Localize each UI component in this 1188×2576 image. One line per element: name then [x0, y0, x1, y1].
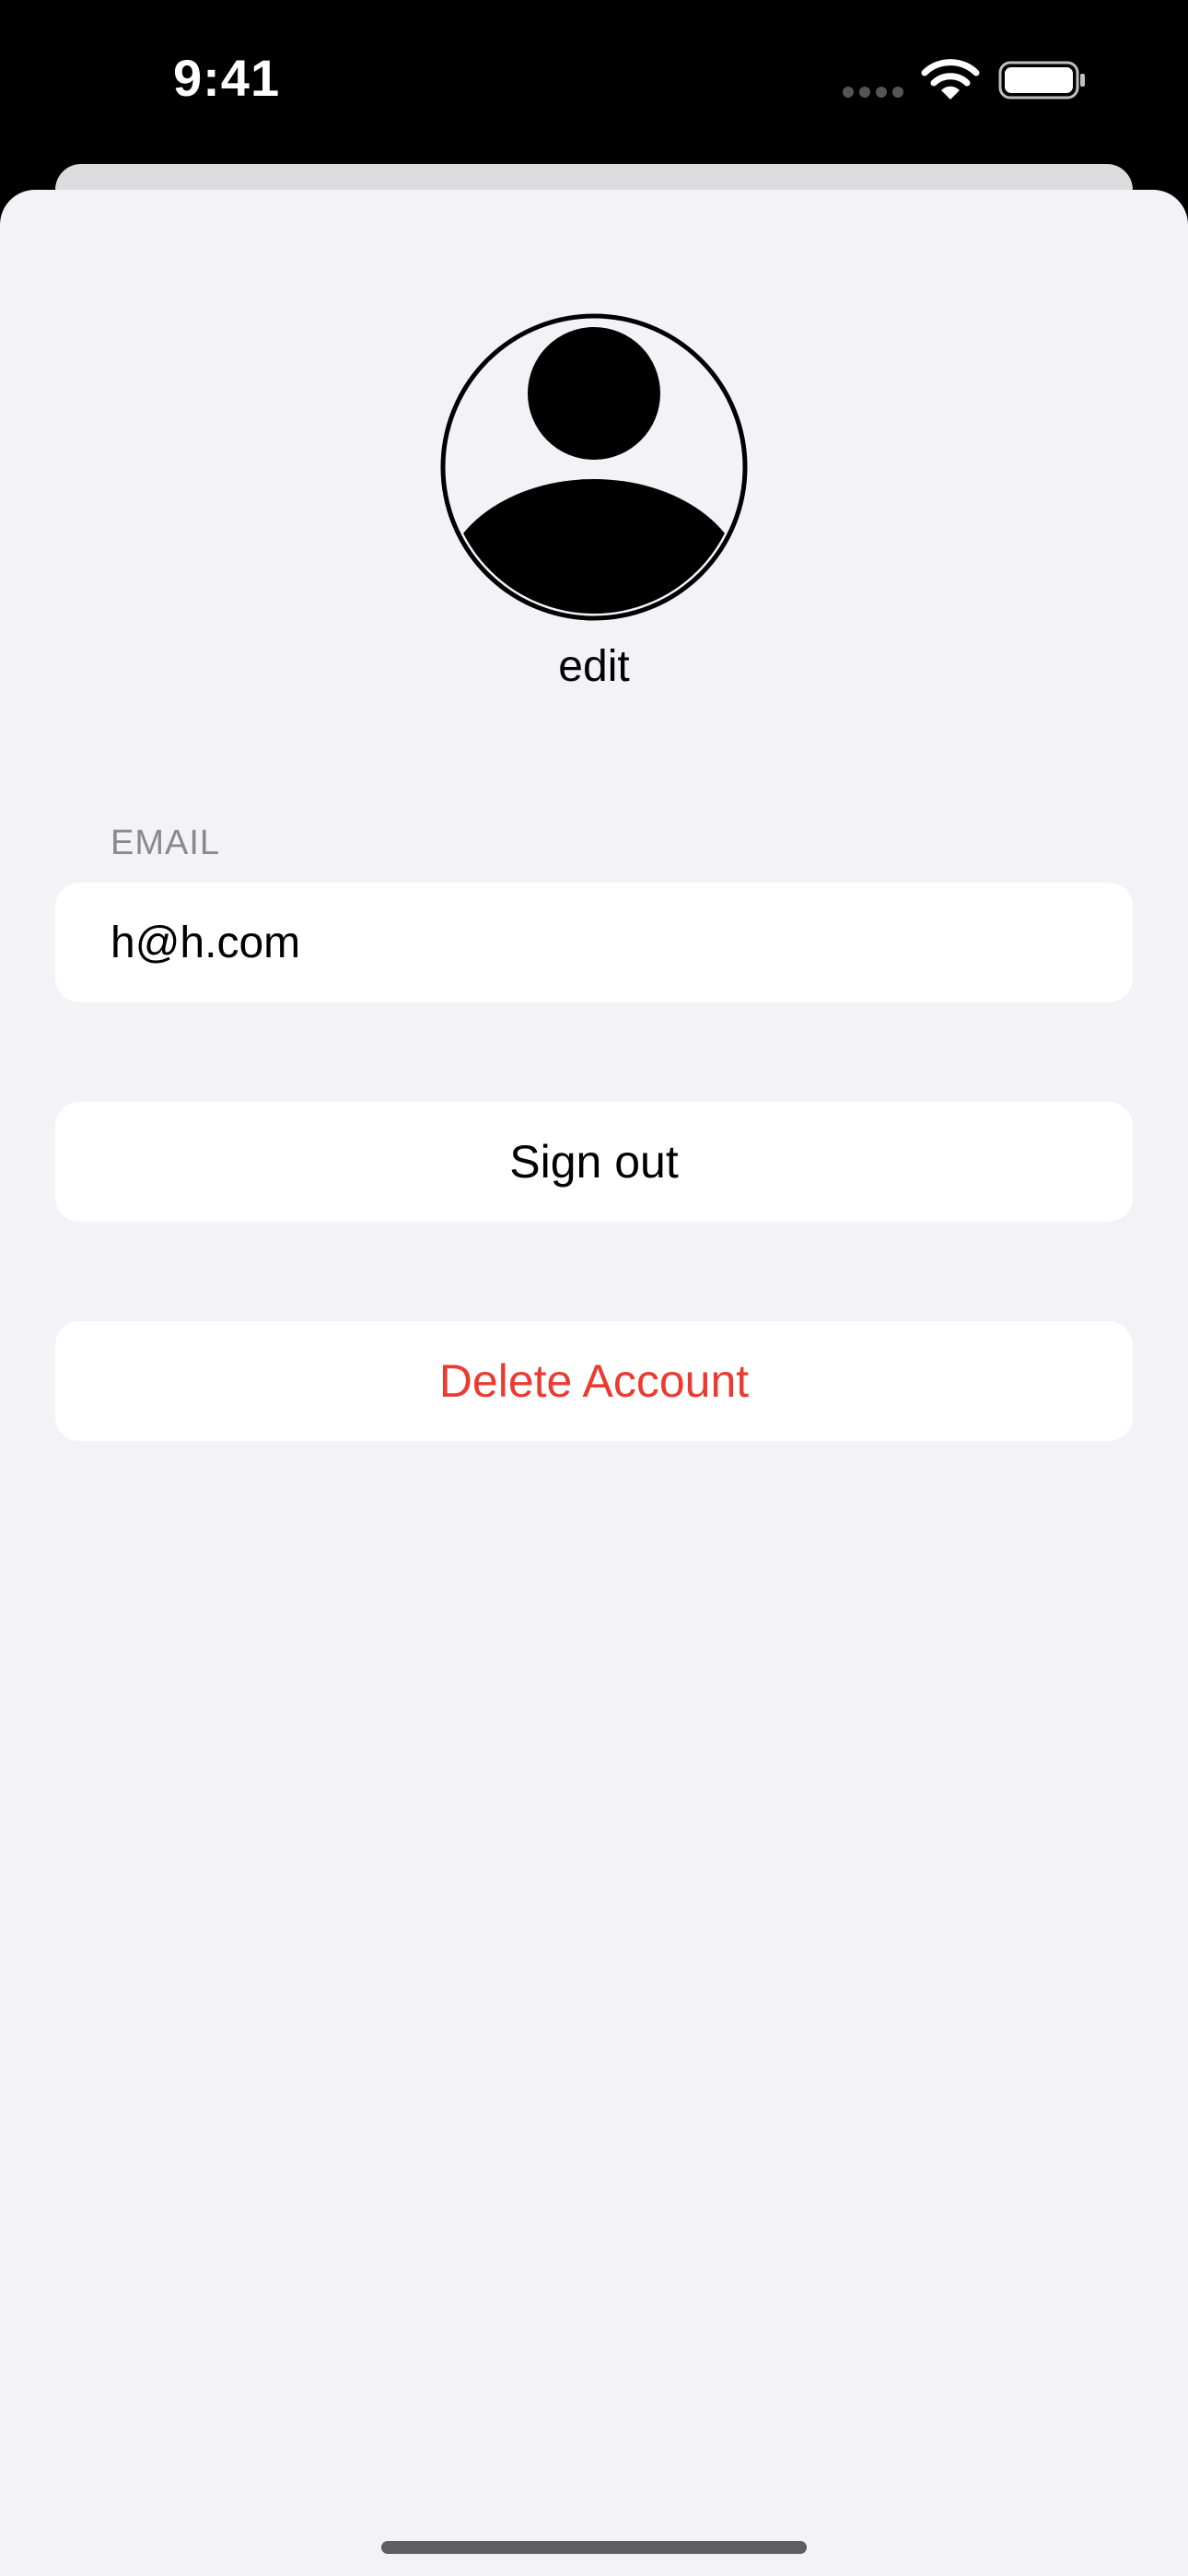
sign-out-button[interactable]: Sign out — [55, 1102, 1133, 1222]
battery-icon — [998, 61, 1085, 100]
delete-account-label: Delete Account — [438, 1355, 750, 1407]
edit-avatar-link[interactable]: edit — [0, 641, 1188, 692]
email-field: h@h.com — [55, 883, 1133, 1002]
email-section-label: EMAIL — [111, 824, 221, 862]
wifi-icon — [921, 59, 980, 100]
cellular-signal-icon — [843, 87, 903, 98]
status-bar: 9:41 — [0, 0, 1188, 166]
sign-out-label: Sign out — [509, 1136, 679, 1188]
person-circle-icon[interactable] — [440, 313, 748, 621]
status-time: 9:41 — [173, 49, 281, 107]
delete-account-button[interactable]: Delete Account — [55, 1321, 1133, 1441]
email-value: h@h.com — [111, 918, 301, 967]
home-indicator[interactable] — [381, 2541, 807, 2554]
